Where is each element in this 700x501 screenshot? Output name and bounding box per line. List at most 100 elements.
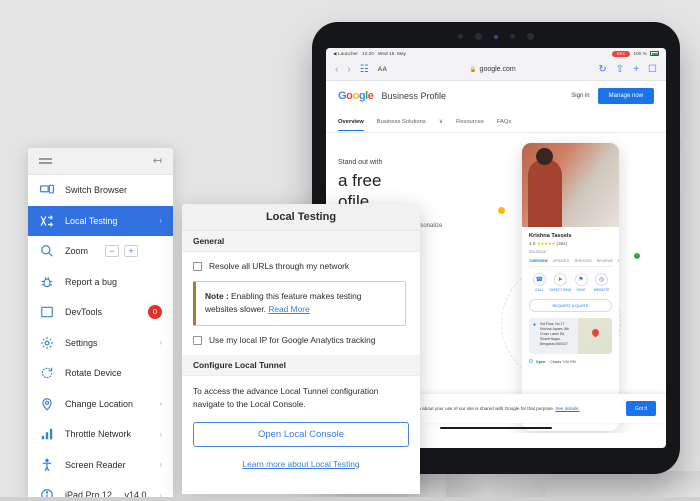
local-ip-checkbox[interactable] [193, 335, 202, 345]
bar-chart-icon [39, 427, 54, 441]
business-category: Boutique [529, 249, 547, 254]
business-name: Krishna Tassels [529, 233, 572, 239]
business-address-map[interactable]: ● 3rd Floor, No 17 Krishna Jayam, 8th Cr… [529, 318, 612, 354]
extension-sidebar: ↤ Switch Browser Local Testing › Zoom − … [28, 148, 173, 501]
sidebar-item-settings[interactable]: Settings › [28, 328, 173, 359]
sidebar-item-arrow: › [159, 216, 162, 226]
learn-more-link[interactable]: Learn more about Local Testing [242, 459, 359, 469]
hero-headline-line1: a free [338, 171, 382, 190]
globe-icon: ◎ [595, 273, 609, 286]
action-save[interactable]: ⚑ SAVE [571, 273, 592, 292]
collapse-left-icon[interactable]: ↤ [153, 155, 162, 167]
open-local-console-button[interactable]: Open Local Console [193, 421, 409, 447]
local-ip-label: Use my local IP for Google Analytics tra… [209, 334, 376, 345]
desk-shadow [400, 471, 700, 497]
share-icon[interactable]: ⇧ [616, 64, 624, 75]
sidebar-item-rotate-device[interactable]: Rotate Device [28, 358, 173, 389]
tunnel-description: To access the advance Local Tunnel confi… [193, 385, 379, 409]
gear-icon [39, 336, 54, 350]
manage-now-button[interactable]: Manage now [597, 88, 654, 104]
business-tab-services[interactable]: SERVICES [574, 259, 592, 263]
sidebar-item-label: Throttle Network [65, 429, 132, 440]
phone-mockup: Krishna Tassels 4.9 ★★★★★ (384) Boutique… [522, 143, 619, 431]
action-call[interactable]: ☎ CALL [529, 273, 550, 292]
sidebar-item-arrow: › [159, 338, 162, 348]
chevron-down-icon[interactable]: ∨ [439, 119, 443, 125]
rotate-icon [39, 366, 54, 380]
local-testing-modal: Local Testing General Resolve all URLs t… [182, 204, 420, 494]
chevron-right-icon[interactable]: › [347, 64, 350, 75]
zoom-out-button[interactable]: − [105, 245, 120, 258]
resolve-urls-checkbox[interactable] [193, 262, 202, 271]
zoom-icon [39, 244, 54, 258]
sidebar-header: ↤ [28, 148, 173, 175]
location-pin-icon: ● [533, 322, 537, 328]
modal-title: Local Testing [182, 204, 420, 231]
sidebar-item-label: Switch Browser [65, 185, 128, 196]
action-website[interactable]: ◎ WEBSITE [591, 273, 612, 292]
sidebar-item-change-location[interactable]: Change Location › [28, 389, 173, 420]
clock-icon: ⏱ [529, 359, 533, 365]
action-directions-label: DIRECTIONS [549, 288, 572, 292]
business-tab-overview[interactable]: OVERVIEW [529, 259, 548, 263]
sidebar-item-arrow: › [159, 460, 162, 470]
nav-item-overview[interactable]: Overview [338, 119, 364, 131]
read-more-link[interactable]: Read More [268, 304, 309, 314]
bug-icon [39, 275, 54, 289]
rating-stars: ★★★★★ [536, 241, 556, 246]
sidebar-item-report-a-bug[interactable]: Report a bug [28, 267, 173, 298]
learn-more-row: Learn more about Local Testing [182, 459, 420, 469]
sidebar-item-local-testing[interactable]: Local Testing › [28, 205, 173, 236]
business-tab-photos[interactable]: PHO [618, 259, 619, 263]
sidebar-item-screen-reader[interactable]: Screen Reader › [28, 450, 173, 481]
nav-item-business-solutions[interactable]: Business Solutions [377, 119, 426, 125]
screen-record-indicator: REC [611, 50, 631, 57]
note-callout: Note : Enabling this feature makes testi… [193, 280, 406, 326]
phone-icon: ☎ [532, 273, 546, 286]
devtools-badge: 0 [148, 305, 162, 320]
action-directions[interactable]: ➤ DIRECTIONS [550, 273, 571, 292]
got-it-button[interactable]: Got it [626, 401, 656, 416]
sidebar-item-arrow: › [159, 399, 162, 409]
note-label: Note : [205, 290, 229, 301]
business-tab-updates[interactable]: UPDATES [553, 259, 569, 263]
nav-item-resources[interactable]: Resources [456, 119, 484, 125]
sidebar-item-throttle-network[interactable]: Throttle Network › [28, 419, 173, 450]
nav-item-faqs[interactable]: FAQs [497, 119, 512, 125]
plus-icon[interactable]: + [633, 64, 639, 75]
hours-status: Open [535, 360, 546, 364]
google-logo: Google [338, 90, 374, 102]
chevron-left-icon[interactable]: ‹ [335, 64, 338, 75]
action-call-label: CALL [534, 288, 544, 292]
ios-status-bar: ◀ Launcher 12:20 Wed 18. May REC 100 % [326, 48, 666, 59]
business-rating: 4.9 ★★★★★ (384) [529, 241, 612, 247]
resolve-urls-label: Resolve all URLs through my network [209, 261, 350, 271]
map-thumbnail[interactable] [578, 318, 612, 354]
request-quote-button[interactable]: REQUEST A QUOTE [529, 299, 612, 312]
reload-icon[interactable]: ↻ [598, 64, 606, 75]
business-actions: ☎ CALL ➤ DIRECTIONS ⚑ SAVE ◎ WEBSITE [529, 273, 612, 292]
sidebar-item-label: Change Location [65, 398, 134, 409]
sidebar-item-switch-browser[interactable]: Switch Browser [28, 175, 173, 206]
tabs-icon[interactable]: ☐ [648, 64, 657, 75]
map-pin-icon [590, 327, 601, 338]
local-ip-row[interactable]: Use my local IP for Google Analytics tra… [193, 335, 409, 346]
lock-icon: 🔒 [469, 66, 477, 73]
sidebar-item-zoom[interactable]: Zoom − + [28, 236, 173, 267]
business-tab-reviews[interactable]: REVIEWS [597, 259, 613, 263]
hamburger-icon[interactable] [39, 156, 52, 166]
sidebar-item-devtools[interactable]: DevTools 0 [28, 297, 173, 328]
zoom-in-button[interactable]: + [124, 245, 139, 258]
screenshot-root: ◀ Launcher 12:20 Wed 18. May REC 100 % ‹… [0, 0, 700, 501]
sidebar-item-label: DevTools [65, 307, 103, 318]
text-size-button[interactable]: AA [378, 66, 387, 73]
book-icon[interactable]: ☷ [360, 64, 369, 75]
business-address: 3rd Floor, No 17 Krishna Jayam, 8th Cros… [540, 322, 570, 346]
note-text: Note : Enabling this feature makes testi… [205, 290, 396, 317]
sign-in-link[interactable]: Sign in [571, 93, 589, 99]
safari-toolbar: ‹ › ☷ AA 🔒 google.com ↻ ⇧ + ☐ [326, 59, 666, 81]
tablet-power-button [680, 152, 684, 192]
see-details-link[interactable]: See details. [555, 406, 579, 411]
address-bar[interactable]: 🔒 google.com [396, 66, 589, 73]
resolve-urls-row[interactable]: Resolve all URLs through my network [193, 261, 409, 272]
